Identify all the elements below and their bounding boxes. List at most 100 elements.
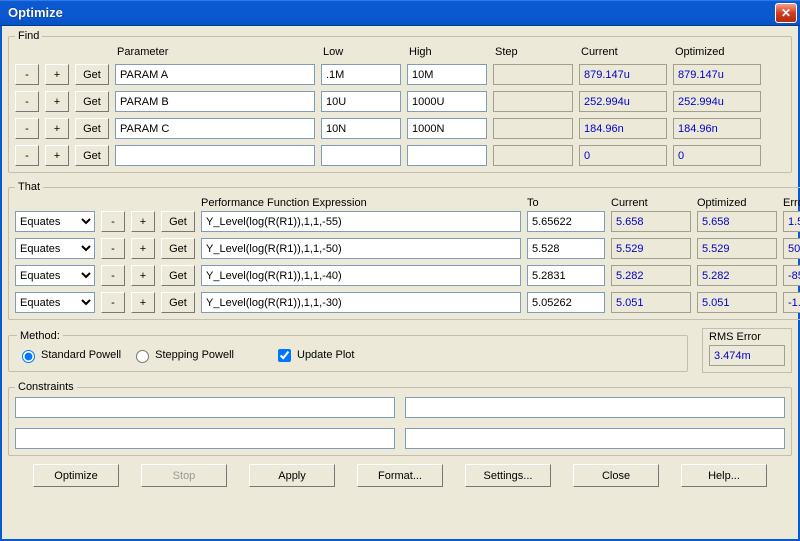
find-get-button[interactable]: Get — [75, 64, 109, 85]
that-optimized-field: 5.658 — [697, 211, 777, 232]
find-plus-button[interactable]: + — [45, 145, 69, 166]
close-icon: ✕ — [781, 6, 791, 20]
find-get-button[interactable]: Get — [75, 145, 109, 166]
that-minus-button[interactable]: - — [101, 211, 125, 232]
format-button[interactable]: Format... — [357, 464, 443, 487]
update-plot-checkbox[interactable]: Update Plot — [274, 346, 354, 365]
that-get-button[interactable]: Get — [161, 211, 195, 232]
constraint-1-input[interactable] — [15, 397, 395, 418]
rms-error-value: 3.474m — [709, 345, 785, 366]
stepping-powell-radio-input[interactable] — [136, 350, 149, 363]
high-input[interactable] — [407, 145, 487, 166]
current-field: 879.147u — [579, 64, 667, 85]
find-legend: Find — [15, 30, 42, 42]
optimize-button[interactable]: Optimize — [33, 464, 119, 487]
settings-button[interactable]: Settings... — [465, 464, 551, 487]
constraint-4-input[interactable] — [405, 428, 785, 449]
that-current-field: 5.529 — [611, 238, 691, 259]
update-plot-checkbox-input[interactable] — [278, 349, 291, 362]
high-input[interactable] — [407, 118, 487, 139]
col-error: Error — [783, 197, 800, 209]
constraint-3-input[interactable] — [15, 428, 395, 449]
close-button[interactable]: Close — [573, 464, 659, 487]
help-button[interactable]: Help... — [681, 464, 767, 487]
find-minus-button[interactable]: - — [15, 64, 39, 85]
client-area: Find Parameter Low High Step Current Opt… — [0, 26, 800, 541]
low-input[interactable] — [321, 91, 401, 112]
that-get-button[interactable]: Get — [161, 292, 195, 313]
that-legend: That — [15, 181, 43, 193]
that-optimized-field: 5.529 — [697, 238, 777, 259]
relation-combo[interactable]: Equates — [15, 211, 95, 232]
col-current: Current — [579, 46, 667, 58]
that-get-button[interactable]: Get — [161, 265, 195, 286]
that-plus-button[interactable]: + — [131, 292, 155, 313]
constraints-legend: Constraints — [15, 381, 77, 393]
find-plus-button[interactable]: + — [45, 91, 69, 112]
expr-input[interactable] — [201, 265, 521, 286]
find-plus-button[interactable]: + — [45, 118, 69, 139]
to-input[interactable] — [527, 211, 605, 232]
low-input[interactable] — [321, 64, 401, 85]
to-input[interactable] — [527, 292, 605, 313]
param-input[interactable] — [115, 145, 315, 166]
high-input[interactable] — [407, 64, 487, 85]
that-error-field: 505.108u — [783, 238, 800, 259]
standard-powell-label: Standard Powell — [41, 349, 121, 361]
param-input[interactable] — [115, 118, 315, 139]
param-input[interactable] — [115, 64, 315, 85]
that-current-field: 5.051 — [611, 292, 691, 313]
rms-error-label: RMS Error — [709, 331, 785, 343]
close-window-button[interactable]: ✕ — [775, 3, 797, 23]
relation-combo[interactable]: Equates — [15, 292, 95, 313]
high-input[interactable] — [407, 91, 487, 112]
to-input[interactable] — [527, 238, 605, 259]
that-get-button[interactable]: Get — [161, 238, 195, 259]
dialog-buttons: Optimize Stop Apply Format... Settings..… — [8, 464, 792, 487]
expr-input[interactable] — [201, 292, 521, 313]
update-plot-label: Update Plot — [297, 349, 354, 361]
that-plus-button[interactable]: + — [131, 238, 155, 259]
step-field — [493, 145, 573, 166]
that-row: Equates - + Get 5.051 5.051 -1.439m — [15, 292, 800, 313]
apply-button[interactable]: Apply — [249, 464, 335, 487]
col-parameter: Parameter — [115, 46, 315, 58]
col-to: To — [527, 197, 605, 209]
that-minus-button[interactable]: - — [101, 265, 125, 286]
relation-combo[interactable]: Equates — [15, 265, 95, 286]
find-get-button[interactable]: Get — [75, 91, 109, 112]
that-error-field: -1.439m — [783, 292, 800, 313]
that-error-field: 1.568m — [783, 211, 800, 232]
find-get-button[interactable]: Get — [75, 118, 109, 139]
standard-powell-radio-input[interactable] — [22, 350, 35, 363]
that-row: Equates - + Get 5.529 5.529 505.108u — [15, 238, 800, 259]
expr-input[interactable] — [201, 238, 521, 259]
col-low: Low — [321, 46, 401, 58]
that-row: Equates - + Get 5.658 5.658 1.568m — [15, 211, 800, 232]
that-group: That Performance Function Expression To … — [8, 181, 800, 320]
that-optimized-field: 5.051 — [697, 292, 777, 313]
step-field — [493, 64, 573, 85]
that-minus-button[interactable]: - — [101, 238, 125, 259]
that-plus-button[interactable]: + — [131, 265, 155, 286]
low-input[interactable] — [321, 118, 401, 139]
low-input[interactable] — [321, 145, 401, 166]
current-field: 184.96n — [579, 118, 667, 139]
param-input[interactable] — [115, 91, 315, 112]
constraint-2-input[interactable] — [405, 397, 785, 418]
find-minus-button[interactable]: - — [15, 145, 39, 166]
find-minus-button[interactable]: - — [15, 118, 39, 139]
expr-input[interactable] — [201, 211, 521, 232]
optimized-field: 0 — [673, 145, 761, 166]
standard-powell-radio[interactable]: Standard Powell — [17, 347, 121, 363]
stop-button[interactable]: Stop — [141, 464, 227, 487]
find-minus-button[interactable]: - — [15, 91, 39, 112]
that-plus-button[interactable]: + — [131, 211, 155, 232]
to-input[interactable] — [527, 265, 605, 286]
rms-error-group: RMS Error 3.474m — [702, 328, 792, 373]
find-plus-button[interactable]: + — [45, 64, 69, 85]
current-field: 0 — [579, 145, 667, 166]
relation-combo[interactable]: Equates — [15, 238, 95, 259]
that-minus-button[interactable]: - — [101, 292, 125, 313]
stepping-powell-radio[interactable]: Stepping Powell — [131, 347, 234, 363]
